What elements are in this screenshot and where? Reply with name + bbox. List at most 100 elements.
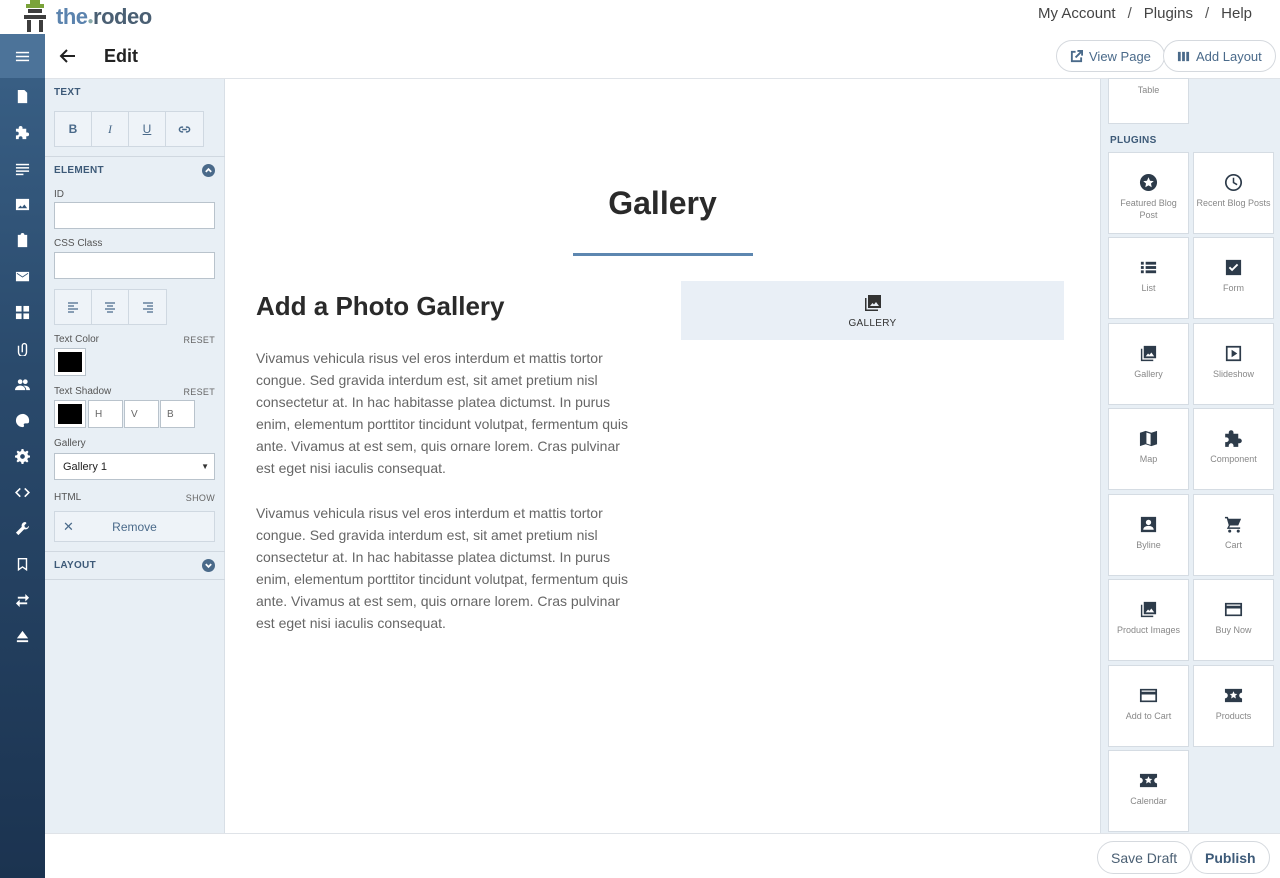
plugin-tile-gallery[interactable]: Gallery <box>1108 323 1189 405</box>
text-color-reset[interactable]: RESET <box>183 335 215 345</box>
html-show-toggle[interactable]: SHOW <box>186 493 215 503</box>
checkbox-icon <box>1225 259 1242 276</box>
editor-toolbar: Edit View Page Add Layout <box>45 34 1280 79</box>
sidebar-item-widgets[interactable] <box>0 294 45 330</box>
link-button[interactable] <box>166 112 203 146</box>
puzzle-icon <box>15 125 30 139</box>
gallery-select[interactable]: Gallery 1 ▼ <box>54 453 215 480</box>
page-icon <box>17 89 28 103</box>
palette-icon <box>15 413 30 427</box>
divider <box>45 156 225 157</box>
view-page-button[interactable]: View Page <box>1056 40 1165 72</box>
text-shadow-swatch[interactable] <box>54 400 86 428</box>
sidebar-item-media[interactable] <box>0 186 45 222</box>
plugin-tile-featured-blog-post[interactable]: Featured Blog Post <box>1108 152 1189 234</box>
underline-button[interactable]: U <box>129 112 166 146</box>
plugin-tile-slideshow[interactable]: Slideshow <box>1193 323 1274 405</box>
top-nav: My Account / Plugins / Help <box>1038 5 1252 22</box>
align-center-button[interactable] <box>92 290 129 324</box>
plugin-tile-list[interactable]: List <box>1108 237 1189 319</box>
sidebar-item-users[interactable] <box>0 366 45 402</box>
plugin-tile-byline[interactable]: Byline <box>1108 494 1189 576</box>
save-draft-button[interactable]: Save Draft <box>1097 841 1192 874</box>
ticket-star-icon <box>1139 773 1158 788</box>
publish-button[interactable]: Publish <box>1191 841 1270 874</box>
chevron-up-icon <box>205 167 212 173</box>
sidebar-item-mail[interactable] <box>0 258 45 294</box>
plugin-tile-cart[interactable]: Cart <box>1193 494 1274 576</box>
align-left-button[interactable] <box>55 290 92 324</box>
sidebar-item-files[interactable] <box>0 330 45 366</box>
plugin-tile-products[interactable]: Products <box>1193 665 1274 747</box>
add-layout-button[interactable]: Add Layout <box>1163 40 1276 72</box>
plugins-heading: PLUGINS <box>1110 135 1157 146</box>
shadow-b-input[interactable]: B <box>160 400 195 428</box>
sidebar-item-bookmarks[interactable] <box>0 546 45 582</box>
text-section-heading: TEXT <box>54 87 81 98</box>
paperclip-icon <box>17 342 28 356</box>
html-label: HTML <box>54 492 82 503</box>
canvas-paragraph-1[interactable]: Vivamus vehicula risus vel eros interdum… <box>256 347 636 479</box>
gallery-block[interactable]: GALLERY <box>681 281 1064 340</box>
canvas-heading[interactable]: Add a Photo Gallery <box>256 291 505 322</box>
sidebar-item-forms[interactable] <box>0 222 45 258</box>
sidebar-menu-toggle[interactable] <box>0 34 45 78</box>
plugin-tile-component[interactable]: Component <box>1193 408 1274 490</box>
clock-icon <box>1224 173 1243 192</box>
sidebar-item-settings[interactable] <box>0 438 45 474</box>
credit-card-icon <box>1224 602 1243 617</box>
id-input[interactable] <box>54 202 215 229</box>
top-header: the●rodeo My Account / Plugins / Help <box>0 0 1280 34</box>
text-shadow-reset[interactable]: RESET <box>183 387 215 397</box>
plugin-tile-add-to-cart[interactable]: Add to Cart <box>1108 665 1189 747</box>
nav-my-account[interactable]: My Account <box>1038 5 1116 22</box>
align-right-button[interactable] <box>129 290 166 324</box>
code-icon <box>15 487 30 497</box>
text-shadow-label: Text Shadow <box>54 386 112 397</box>
plugin-tile-map[interactable]: Map <box>1108 408 1189 490</box>
css-class-input[interactable] <box>54 252 215 279</box>
caret-down-icon: ▼ <box>201 462 209 471</box>
plugin-tile-form[interactable]: Form <box>1193 237 1274 319</box>
gallery-icon <box>1140 345 1157 362</box>
layout-expand-button[interactable] <box>202 559 215 572</box>
brand-name: the●rodeo <box>56 4 152 29</box>
sidebar-item-sync[interactable] <box>0 582 45 618</box>
nav-help[interactable]: Help <box>1221 5 1252 22</box>
element-collapse-button[interactable] <box>202 164 215 177</box>
shadow-h-input[interactable]: H <box>88 400 123 428</box>
sidebar-item-posts[interactable] <box>0 150 45 186</box>
remove-button[interactable]: ✕ Remove <box>54 511 215 542</box>
sidebar-item-pages[interactable] <box>0 78 45 114</box>
canvas-title[interactable]: Gallery <box>225 185 1100 222</box>
text-color-swatch[interactable] <box>54 348 86 376</box>
italic-button[interactable]: I <box>92 112 129 146</box>
gallery-label: Gallery <box>54 438 86 449</box>
plugins-panel: Table PLUGINS Featured Blog Post Recent … <box>1100 78 1280 833</box>
plugin-tile-table[interactable]: Table <box>1108 78 1189 124</box>
canvas-paragraph-2[interactable]: Vivamus vehicula risus vel eros interdum… <box>256 502 636 634</box>
back-button[interactable] <box>57 45 79 67</box>
id-label: ID <box>54 189 64 200</box>
text-color-label: Text Color <box>54 334 100 345</box>
bold-button[interactable]: B <box>55 112 92 146</box>
shadow-v-input[interactable]: V <box>124 400 159 428</box>
play-box-icon <box>1225 345 1242 362</box>
brand-logo[interactable]: the●rodeo <box>18 0 152 34</box>
css-class-label: CSS Class <box>54 238 103 249</box>
divider <box>45 579 225 580</box>
title-underline <box>573 253 753 256</box>
nav-plugins[interactable]: Plugins <box>1144 5 1193 22</box>
plugin-tile-recent-blog-posts[interactable]: Recent Blog Posts <box>1193 152 1274 234</box>
plugin-tile-label: Recent Blog Posts <box>1196 198 1271 208</box>
plugin-tile-buy-now[interactable]: Buy Now <box>1193 579 1274 661</box>
sidebar-item-theme[interactable] <box>0 402 45 438</box>
sidebar-item-code[interactable] <box>0 474 45 510</box>
sidebar-item-publish[interactable] <box>0 618 45 654</box>
plugin-tile-calendar[interactable]: Calendar <box>1108 750 1189 832</box>
sidebar-item-plugins[interactable] <box>0 114 45 150</box>
plugin-tile-label: Map <box>1139 454 1158 464</box>
plugin-tile-label: Featured Blog Post <box>1120 198 1177 220</box>
sidebar-item-tools[interactable] <box>0 510 45 546</box>
plugin-tile-product-images[interactable]: Product Images <box>1108 579 1189 661</box>
